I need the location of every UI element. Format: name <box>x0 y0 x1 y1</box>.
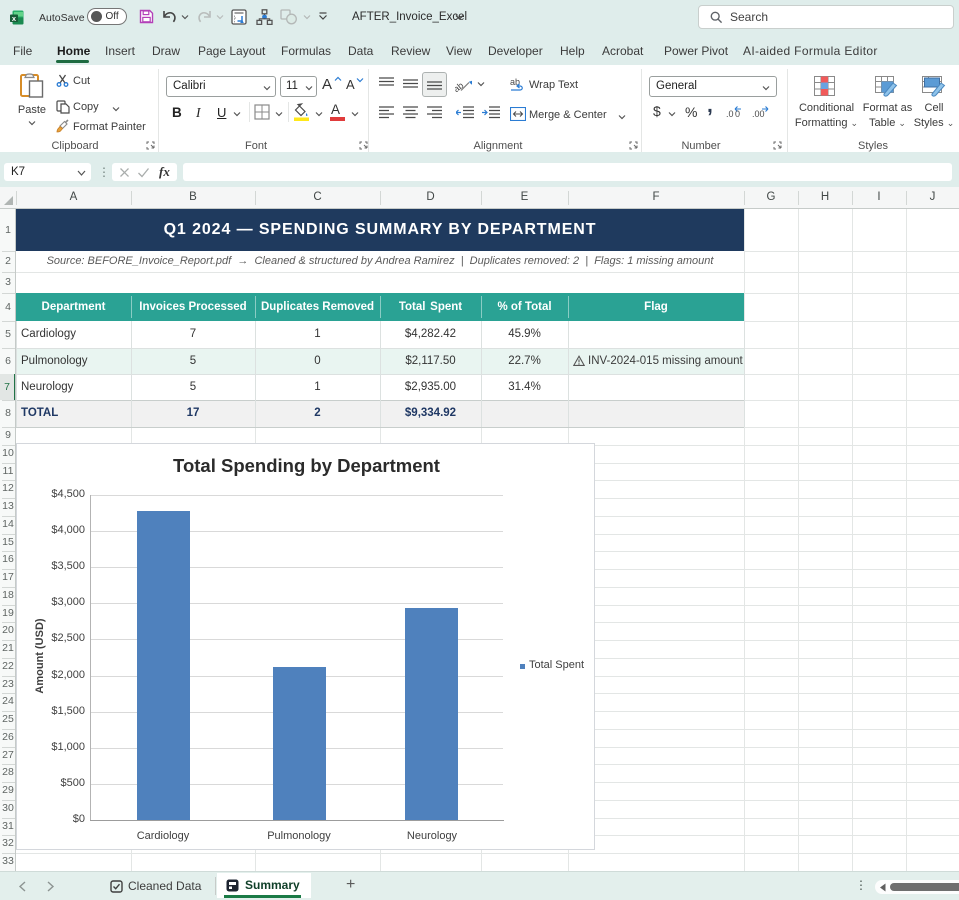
svg-text:ab: ab <box>455 80 465 93</box>
svg-text:.0: .0 <box>726 109 734 119</box>
svg-text:.00: .00 <box>752 109 765 119</box>
svg-text:0: 0 <box>735 109 740 119</box>
